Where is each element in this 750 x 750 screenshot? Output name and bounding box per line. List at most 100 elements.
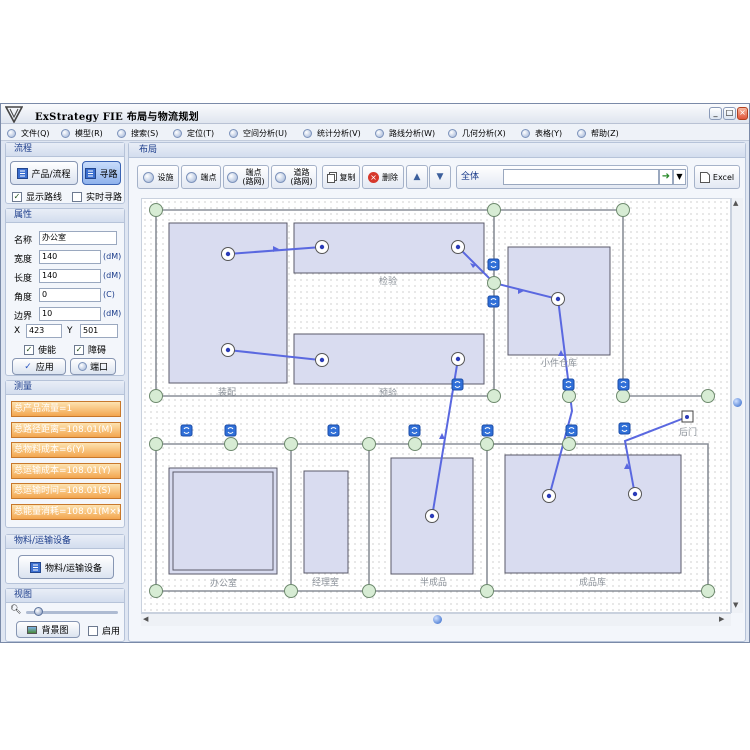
close-button[interactable]: × (737, 107, 748, 120)
apply-button[interactable]: ✓ 应用 (12, 358, 66, 375)
port-node[interactable] (221, 343, 235, 357)
link-marker-icon[interactable] (562, 378, 575, 391)
endpoint-road-tool-button[interactable]: 端点 (路网) (223, 165, 269, 189)
enable-checkbox[interactable]: ✓ 使能 (24, 343, 56, 356)
minimize-button[interactable]: _ (709, 107, 722, 120)
link-marker-icon[interactable] (180, 424, 193, 437)
road-node[interactable] (362, 584, 376, 598)
layout-canvas[interactable]: 装配 检验 预验 小件仓库 后门 办公室 经理室 半成品 成品库 (141, 198, 731, 613)
x-field[interactable]: 423 (26, 324, 62, 338)
delete-button[interactable]: × 删除 (362, 165, 404, 189)
road-node[interactable] (562, 389, 576, 403)
road-node[interactable] (562, 437, 576, 451)
zone-office[interactable] (168, 467, 278, 575)
link-marker-icon[interactable] (617, 378, 630, 391)
link-marker-icon[interactable] (327, 424, 340, 437)
road-node[interactable] (487, 389, 501, 403)
move-up-button[interactable]: ▲ (406, 165, 428, 189)
width-field[interactable]: 140 (39, 250, 101, 264)
road-node[interactable] (362, 437, 376, 451)
port-node[interactable] (551, 292, 565, 306)
port-node[interactable] (315, 353, 329, 367)
angle-field[interactable]: 0 (39, 288, 101, 302)
menu-file[interactable]: 文件(Q) (7, 127, 50, 139)
dropdown-arrow-icon[interactable]: ▼ (673, 169, 686, 185)
border-field[interactable]: 10 (39, 307, 101, 321)
layout-drawing[interactable] (142, 199, 732, 614)
length-field[interactable]: 140 (39, 269, 101, 283)
road-node[interactable] (408, 437, 422, 451)
road-node[interactable] (701, 389, 715, 403)
road-node[interactable] (487, 203, 501, 217)
road-node[interactable] (149, 584, 163, 598)
menu-model[interactable]: 模型(R) (61, 127, 103, 139)
show-route-checkbox[interactable]: ✓ 显示路线 (12, 190, 62, 203)
menu-statistics[interactable]: 统计分析(V) (303, 127, 361, 139)
excel-export-button[interactable]: Excel (694, 165, 740, 189)
road-node[interactable] (149, 437, 163, 451)
road-node[interactable] (480, 437, 494, 451)
scroll-thumb[interactable] (733, 398, 742, 407)
road-node[interactable] (480, 584, 494, 598)
realtime-path-checkbox[interactable]: 实时寻路 (72, 190, 122, 203)
menu-search[interactable]: 搜索(S) (117, 127, 158, 139)
scroll-up-arrow-icon[interactable]: ▲ (733, 199, 738, 207)
port-node[interactable] (315, 240, 329, 254)
copy-button[interactable]: 复制 (322, 165, 360, 189)
road-node[interactable] (616, 389, 630, 403)
menu-help[interactable]: 帮助(Z) (577, 127, 619, 139)
road-node[interactable] (149, 203, 163, 217)
obstacle-checkbox[interactable]: ✓ 障碍 (74, 343, 106, 356)
horizontal-scrollbar[interactable]: ◀ ▶ (141, 613, 731, 626)
port-node[interactable] (221, 247, 235, 261)
view-enable-checkbox[interactable]: 启用 (88, 624, 120, 637)
port-node[interactable] (542, 489, 556, 503)
y-field[interactable]: 501 (80, 324, 118, 338)
facility-tool-button[interactable]: 设施 (137, 165, 179, 189)
road-node[interactable] (224, 437, 238, 451)
zoom-slider-thumb[interactable] (34, 607, 43, 616)
back-door-port[interactable] (681, 410, 694, 423)
scroll-down-arrow-icon[interactable]: ▼ (733, 601, 738, 609)
link-marker-icon[interactable] (481, 424, 494, 437)
maximize-button[interactable]: □ (723, 107, 736, 120)
menu-route-analysis[interactable]: 路线分析(W) (375, 127, 435, 139)
go-arrow-icon[interactable]: ➜ (659, 169, 673, 185)
link-marker-icon[interactable] (487, 258, 500, 271)
scroll-thumb[interactable] (433, 615, 442, 624)
zone-manager[interactable] (303, 470, 349, 574)
road-node[interactable] (701, 584, 715, 598)
zone-finished-goods[interactable] (504, 454, 682, 574)
road-node[interactable] (284, 584, 298, 598)
product-flow-button[interactable]: 产品/流程 (10, 161, 78, 185)
link-marker-icon[interactable] (224, 424, 237, 437)
scroll-right-arrow-icon[interactable]: ▶ (719, 615, 724, 623)
link-marker-icon[interactable] (487, 295, 500, 308)
endpoint-tool-button[interactable]: 端点 (181, 165, 221, 189)
menu-geometry-analysis[interactable]: 几何分析(X) (448, 127, 506, 139)
move-down-button[interactable]: ▼ (429, 165, 451, 189)
port-node[interactable] (451, 240, 465, 254)
link-marker-icon[interactable] (408, 424, 421, 437)
road-node[interactable] (149, 389, 163, 403)
name-field[interactable]: 办公室 (39, 231, 117, 245)
menu-table[interactable]: 表格(Y) (521, 127, 562, 139)
material-equipment-button[interactable]: 物料/运输设备 (18, 555, 114, 579)
link-marker-icon[interactable] (451, 378, 464, 391)
vertical-scrollbar[interactable]: ▲ ▼ (731, 198, 743, 613)
port-node[interactable] (425, 509, 439, 523)
road-node[interactable] (284, 437, 298, 451)
port-button[interactable]: 端口 (70, 358, 116, 375)
road-node[interactable] (487, 276, 501, 290)
scope-input[interactable] (503, 169, 659, 185)
find-path-button[interactable]: 寻路 (82, 161, 121, 185)
background-image-button[interactable]: 背景图 (16, 621, 80, 638)
port-node[interactable] (628, 487, 642, 501)
scope-selector[interactable]: 全体 ➜ ▼ (456, 165, 688, 189)
road-node[interactable] (616, 203, 630, 217)
link-marker-icon[interactable] (618, 422, 631, 435)
link-marker-icon[interactable] (565, 424, 578, 437)
menu-spatial-analysis[interactable]: 空间分析(U) (229, 127, 287, 139)
scroll-left-arrow-icon[interactable]: ◀ (143, 615, 148, 623)
road-tool-button[interactable]: 道路 (路网) (271, 165, 317, 189)
